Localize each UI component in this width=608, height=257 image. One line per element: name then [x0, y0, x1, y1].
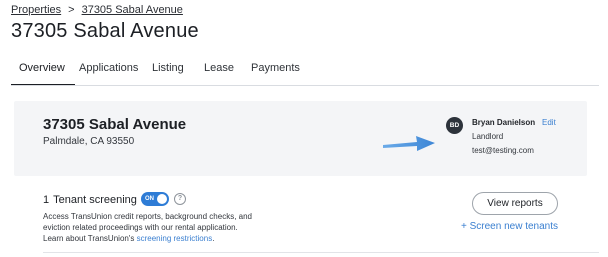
- tenant-screening-heading: 1 Tenant screening: [43, 194, 137, 206]
- chevron-right-icon: >: [68, 4, 75, 16]
- tab-applications[interactable]: Applications: [79, 62, 138, 74]
- screen-new-tenants-link[interactable]: + Screen new tenants: [461, 221, 558, 232]
- screening-description: Access TransUnion credit reports, backgr…: [43, 211, 273, 244]
- tab-lease[interactable]: Lease: [204, 62, 234, 74]
- property-address: Palmdale, CA 93550: [43, 136, 135, 147]
- owner-name: Bryan Danielson: [472, 118, 536, 127]
- tab-listing[interactable]: Listing: [152, 62, 184, 74]
- arrow-right-icon: [383, 136, 435, 151]
- tab-bar: Overview Applications Listing Lease Paym…: [11, 62, 599, 86]
- edit-owner-link[interactable]: Edit: [542, 118, 556, 127]
- page-title: 37305 Sabal Avenue: [11, 20, 199, 42]
- property-name: 37305 Sabal Avenue: [43, 116, 187, 133]
- avatar: BD: [446, 117, 463, 134]
- description-line: eviction related proceedings with our re…: [43, 223, 238, 232]
- toggle-knob: [157, 194, 167, 204]
- section-divider: [43, 252, 599, 253]
- screening-toggle[interactable]: ON: [141, 192, 169, 206]
- screening-title: Tenant screening: [53, 194, 137, 206]
- owner-role: Landlord: [472, 132, 504, 141]
- screening-step-number: 1: [43, 194, 50, 206]
- tab-payments[interactable]: Payments: [251, 62, 300, 74]
- breadcrumb-current-link[interactable]: 37305 Sabal Avenue: [82, 4, 183, 16]
- description-line: Access TransUnion credit reports, backgr…: [43, 212, 252, 221]
- breadcrumb: Properties >37305 Sabal Avenue: [11, 4, 183, 16]
- view-reports-button[interactable]: View reports: [472, 192, 558, 215]
- tabs-divider: [11, 85, 599, 86]
- owner-email: test@testing.com: [472, 146, 534, 155]
- toggle-state-label: ON: [145, 196, 154, 202]
- breadcrumb-properties-link[interactable]: Properties: [11, 4, 61, 16]
- help-icon[interactable]: ?: [174, 193, 186, 205]
- description-line: Learn about TransUnion's screening restr…: [43, 234, 215, 243]
- screening-restrictions-link[interactable]: screening restrictions: [137, 234, 213, 243]
- tab-overview[interactable]: Overview: [19, 62, 65, 74]
